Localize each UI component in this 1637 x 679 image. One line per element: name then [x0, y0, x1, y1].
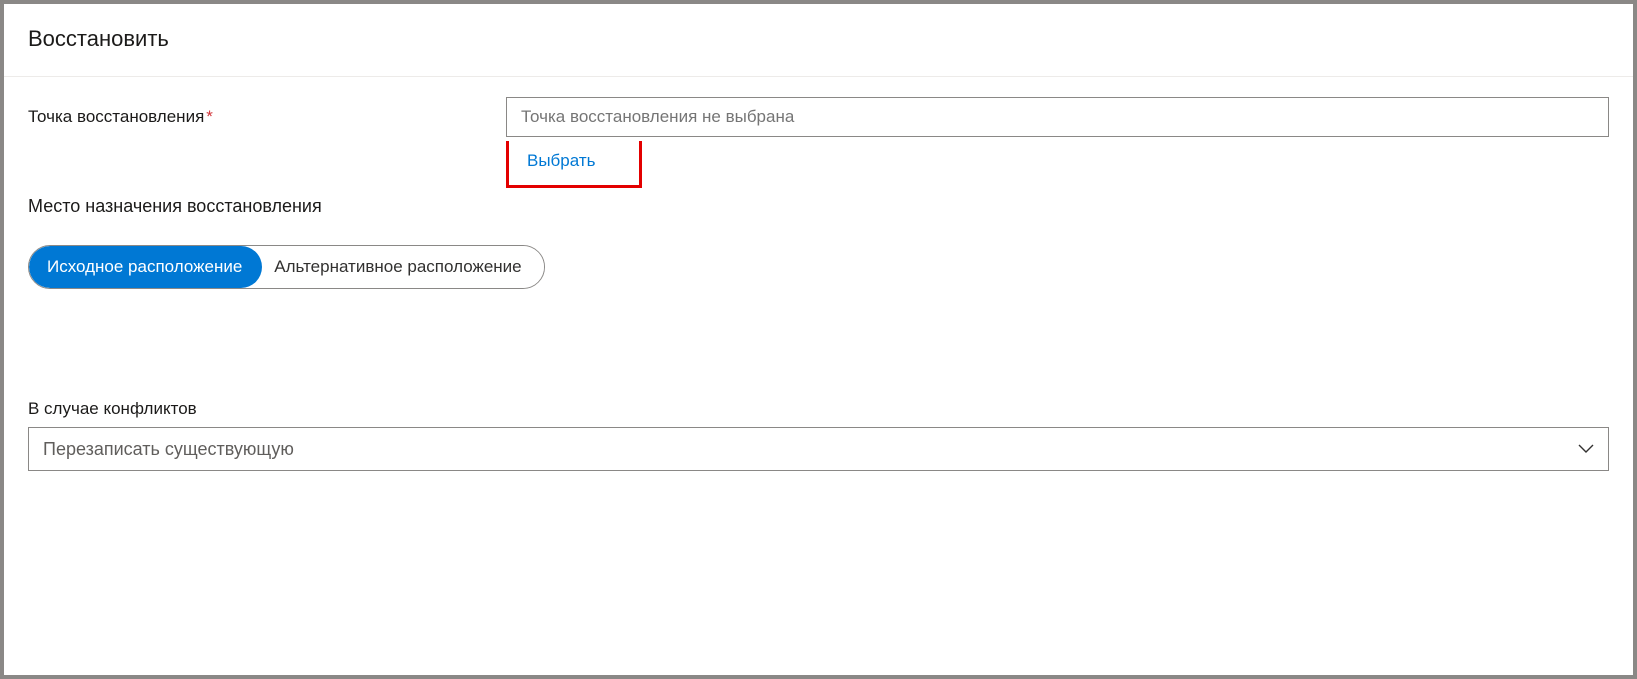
required-asterisk: *	[206, 107, 213, 126]
select-restore-point-link[interactable]: Выбрать	[527, 151, 595, 170]
chevron-down-icon	[1578, 444, 1594, 454]
conflict-dropdown-value: Перезаписать существующую	[43, 439, 1578, 460]
select-link-box: Выбрать	[506, 141, 642, 188]
panel-title: Восстановить	[28, 26, 1609, 52]
panel-content: Точка восстановления* Выбрать Место назн…	[4, 77, 1633, 495]
restore-point-label: Точка восстановления*	[28, 97, 506, 127]
conflict-dropdown[interactable]: Перезаписать существующую	[28, 427, 1609, 471]
destination-option-alternate[interactable]: Альтернативное расположение	[262, 246, 543, 288]
restore-point-input[interactable]	[506, 97, 1609, 137]
restore-point-label-text: Точка восстановления	[28, 107, 204, 126]
conflict-label: В случае конфликтов	[28, 399, 1609, 419]
restore-panel: Восстановить Точка восстановления* Выбра…	[0, 0, 1637, 679]
restore-point-row: Точка восстановления*	[28, 97, 1609, 137]
restore-point-input-cell	[506, 97, 1609, 137]
destination-section-label: Место назначения восстановления	[28, 196, 1609, 217]
panel-header: Восстановить	[4, 4, 1633, 77]
destination-option-original[interactable]: Исходное расположение	[29, 246, 262, 288]
select-link-highlight: Выбрать	[506, 141, 1609, 188]
destination-toggle-group: Исходное расположение Альтернативное рас…	[28, 245, 545, 289]
